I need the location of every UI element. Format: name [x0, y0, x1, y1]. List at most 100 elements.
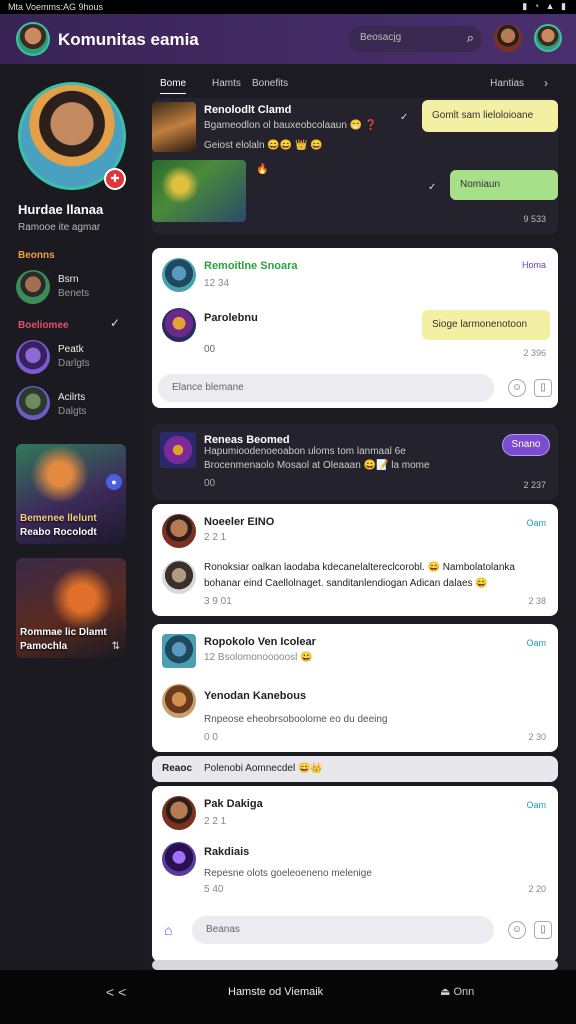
post-2-time: 2 396 [523, 348, 546, 358]
friend-avatar-3[interactable] [16, 386, 50, 420]
post-4-time-left: 3 9 01 [204, 596, 232, 607]
friend-name-2[interactable]: Peatk [58, 344, 84, 355]
reply-bubble-3-text: Sioge larmonenotoon [432, 319, 528, 330]
tab-bonefits[interactable]: Bonefits [252, 78, 288, 89]
post-5-avatar[interactable] [162, 634, 196, 668]
app-bar: Komunitas eamia Beosacjg ⌕ [0, 14, 576, 64]
reply-bubble-2[interactable]: Nomiaun [450, 170, 558, 200]
tab-home[interactable]: Bome [160, 78, 187, 94]
bottom-nav: < < Hamste od Viemaik ⏏ Onn [0, 970, 576, 1024]
post-1-title: Renolodlt Clamd [204, 104, 292, 116]
bottom-nav-action-label: Onn [453, 986, 475, 998]
post-4-sub: 2 2 1 [204, 532, 227, 543]
feed-tabs: Bome Hamts Bonefits Hantias › [150, 70, 560, 98]
post-3-title: Reneas Beomed [204, 434, 290, 446]
post-2-avatar[interactable] [162, 258, 196, 292]
post-1-time: 9 533 [523, 214, 546, 224]
post-2-footer: 00 [204, 344, 216, 355]
friend-name-3[interactable]: Acilrts [58, 392, 85, 403]
post-2-user-avatar[interactable] [162, 308, 196, 342]
post-5-body: Rnpeose eheobrsoboolome eo du deeing [204, 714, 388, 725]
post-5-footer: 0 0 [204, 732, 218, 743]
user-avatar[interactable] [16, 22, 50, 56]
search-icon[interactable]: ⌕ [467, 30, 474, 46]
profile-avatar-small[interactable] [534, 24, 562, 52]
promo-card-2[interactable]: ⇅ Rommae lic Dlamt Pamochla [16, 558, 126, 658]
search-input[interactable]: Beosacjg ⌕ [348, 26, 482, 52]
post-2-chip[interactable]: Homa [522, 260, 546, 270]
post-4-title: Noeeler EINO [204, 516, 275, 528]
post-6-avatar[interactable] [162, 796, 196, 830]
friend-sub-3: Dalgts [58, 406, 87, 417]
pin-icon: ● [106, 474, 122, 490]
reply-bubble-2-text: Nomiaun [460, 179, 501, 190]
post-6-body: Repesne olots goeleoeneno melenige [204, 868, 372, 879]
friend-name-1[interactable]: Bsrn [58, 274, 79, 285]
friend-avatar-1[interactable] [16, 270, 50, 304]
profile-subtitle: Ramooe ite agmar [18, 222, 101, 233]
reply-bubble-1-text: Gomlt sam lieloloioane [432, 110, 534, 121]
post-thumbnail-1[interactable] [152, 102, 196, 152]
promo-1-subtitle: Reabo Rocolodt [20, 527, 97, 538]
profile-name: Hurdae llanaa [18, 202, 104, 217]
friend-avatar[interactable] [494, 24, 522, 52]
reply-bubble-1[interactable]: Gomlt sam lieloloioane [422, 100, 558, 132]
post-6-user-avatar[interactable] [162, 842, 196, 876]
promo-1-title: Bemenee llelunt [20, 513, 97, 524]
post-4-avatar[interactable] [162, 514, 196, 548]
back-button[interactable]: < < [106, 984, 126, 1000]
post-card-4: Noeeler EINO 2 2 1 Oam Ronoksiar oalkan … [152, 504, 558, 616]
post-card-3: Reneas Beomed Hapumioodenoeoabon uloms t… [152, 424, 558, 500]
tab-hamts[interactable]: Hamts [212, 78, 241, 89]
post-1-line-2: Geiost elolaln 😄😄 👑 😄 [204, 140, 323, 151]
post-4-status: Oam [526, 518, 546, 528]
promo-card-1[interactable]: ● Bemenee llelunt Reabo Rocolodt [16, 444, 126, 544]
share-icon[interactable]: ⇅ [112, 641, 120, 652]
section-heading-2: Boeliomee [18, 320, 69, 331]
reply-bubble-3[interactable]: Sioge larmonenotoon [422, 310, 550, 340]
friend-avatar-2[interactable] [16, 340, 50, 374]
post-6-sub: 2 2 1 [204, 816, 227, 827]
post-5-time: 2 30 [528, 732, 546, 742]
post-6-title: Pak Dakiga [204, 798, 263, 810]
post-3-line-2: Brocenmenaolo Mosaol at Oleaaan 😀📝 la mo… [204, 460, 430, 471]
status-bar: Mta Voemms:AG 9hous ▮ ◔ ▲ ▮ [0, 0, 576, 14]
post-5-title: Ropokolo Ven Icolear [204, 636, 316, 648]
post-4-time: 2 38 [528, 596, 546, 606]
notification-badge-icon[interactable]: ✚ [104, 168, 126, 190]
emoji-icon[interactable]: ☺ [508, 379, 526, 397]
post-3-time: 2 237 [523, 480, 546, 490]
join-button[interactable]: Snano [502, 434, 550, 456]
post-2-sub: 12 34 [204, 278, 230, 289]
post-4-body-1: Ronoksiar oalkan laodaba kdecanelalterec… [204, 562, 515, 573]
camera-icon[interactable]: ⌂ [164, 922, 172, 938]
post-1-line-1: Bgameodlon ol bauxeobcolaaun 😁 ❓ [204, 120, 378, 131]
banner-label: Reaoc [162, 763, 193, 774]
section-heading-1: Beonns [18, 250, 55, 261]
post-5-user-avatar[interactable] [162, 684, 196, 718]
status-text: Mta Voemms:AG 9hous [8, 2, 104, 12]
post-3-thumbnail[interactable] [160, 432, 196, 468]
more-icon[interactable]: › [544, 76, 548, 90]
post-6-time: 2 20 [528, 884, 546, 894]
post-6-comment-input[interactable]: Beanas [192, 916, 494, 944]
post-5-name: Yenodan Kanebous [204, 690, 307, 702]
attach-icon[interactable]: ▯ [534, 379, 552, 397]
post-card-2: Remoitlne Snoara 12 34 Homa Parolebnu Si… [152, 248, 558, 408]
banner[interactable]: Reaoc Polenobi Aomnecdel 😄👑 [152, 756, 558, 782]
status-icons: ▮ ◔ ▲ ▮ [522, 1, 568, 11]
check-icon[interactable]: ✓ [110, 316, 120, 330]
post-card-6: Pak Dakiga 2 2 1 Oam Rakdiais Repesne ol… [152, 786, 558, 962]
post-3-count: 00 [204, 478, 216, 489]
post-6-attach-icon[interactable]: ▯ [534, 921, 552, 939]
post-4-user-avatar[interactable] [162, 560, 196, 594]
bottom-nav-title[interactable]: Hamste od Viemaik [228, 986, 323, 998]
post-2-title: Remoitlne Snoara [204, 260, 298, 272]
bottom-nav-action[interactable]: ⏏ Onn [440, 985, 474, 998]
banner-text: Polenobi Aomnecdel 😄👑 [204, 763, 323, 774]
comment-input[interactable]: Elance blemane [158, 374, 494, 402]
comment-placeholder: Elance blemane [172, 382, 244, 393]
post-6-emoji-icon[interactable]: ☺ [508, 921, 526, 939]
post-1-image[interactable] [152, 160, 246, 222]
filter-button[interactable]: Hantias [490, 78, 524, 89]
